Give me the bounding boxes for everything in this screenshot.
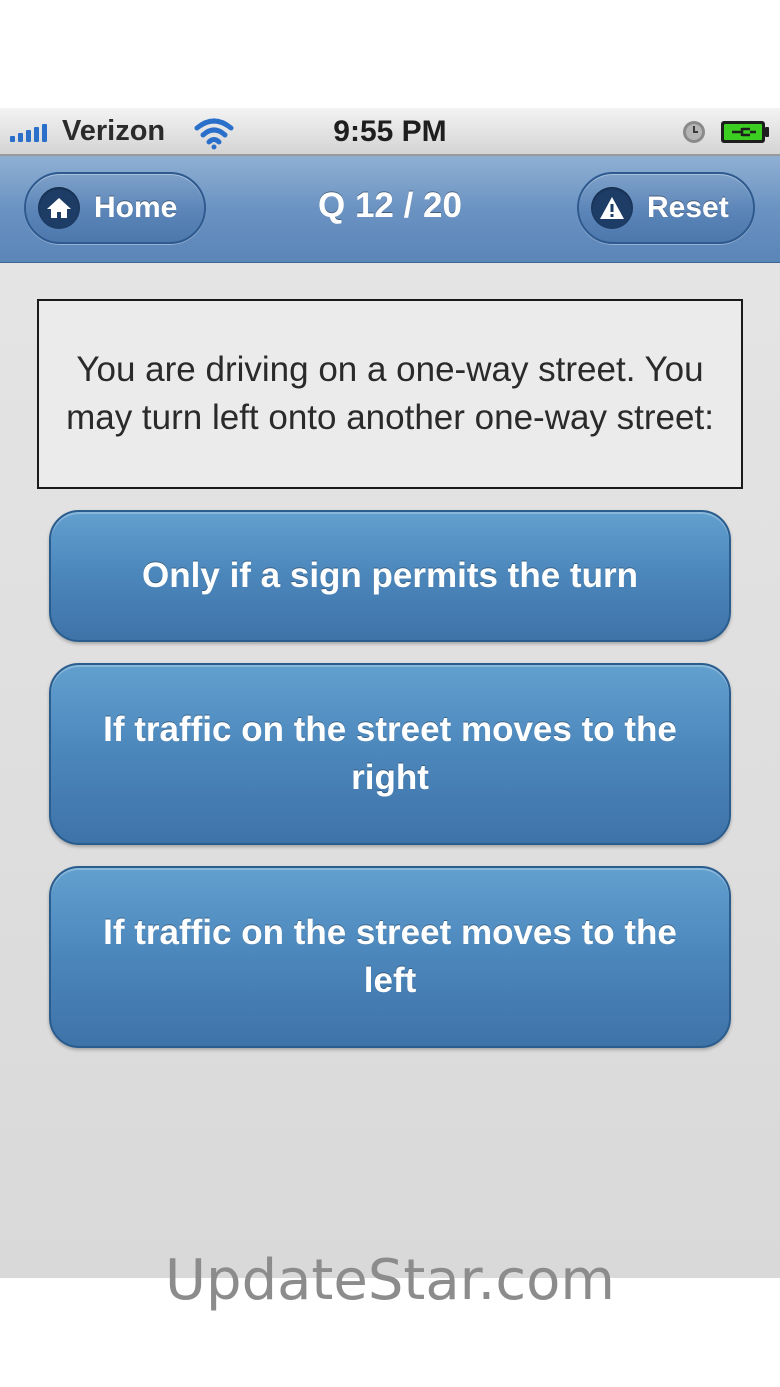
answer-label-3: If traffic on the street moves to the le… [103, 913, 677, 1000]
watermark: UpdateStar.com [165, 1248, 615, 1313]
answer-button-2[interactable]: If traffic on the street moves to the ri… [49, 663, 731, 845]
navigation-bar: Home Q 12 / 20 Reset [0, 156, 780, 263]
status-time: 9:55 PM [333, 115, 447, 148]
answer-label-2: If traffic on the street moves to the ri… [103, 710, 677, 797]
phone-screen: Verizon 9:55 PM Home Q 12 / 20 Reset You… [0, 108, 780, 1278]
answer-button-1[interactable]: Only if a sign permits the turn [49, 510, 731, 642]
answer-button-3[interactable]: If traffic on the street moves to the le… [49, 866, 731, 1048]
reset-button-label: Reset [647, 191, 729, 224]
warning-icon [591, 187, 633, 229]
question-text: You are driving on a one-way street. You… [66, 350, 714, 437]
page: Verizon 9:55 PM Home Q 12 / 20 Reset You… [0, 0, 780, 1387]
answer-label-1: Only if a sign permits the turn [142, 556, 638, 595]
battery-charging-icon [721, 121, 769, 143]
question-box: You are driving on a one-way street. You… [37, 299, 743, 489]
reset-button[interactable]: Reset [577, 172, 755, 244]
alarm-clock-icon [683, 121, 705, 143]
status-bar: Verizon 9:55 PM [0, 108, 780, 156]
